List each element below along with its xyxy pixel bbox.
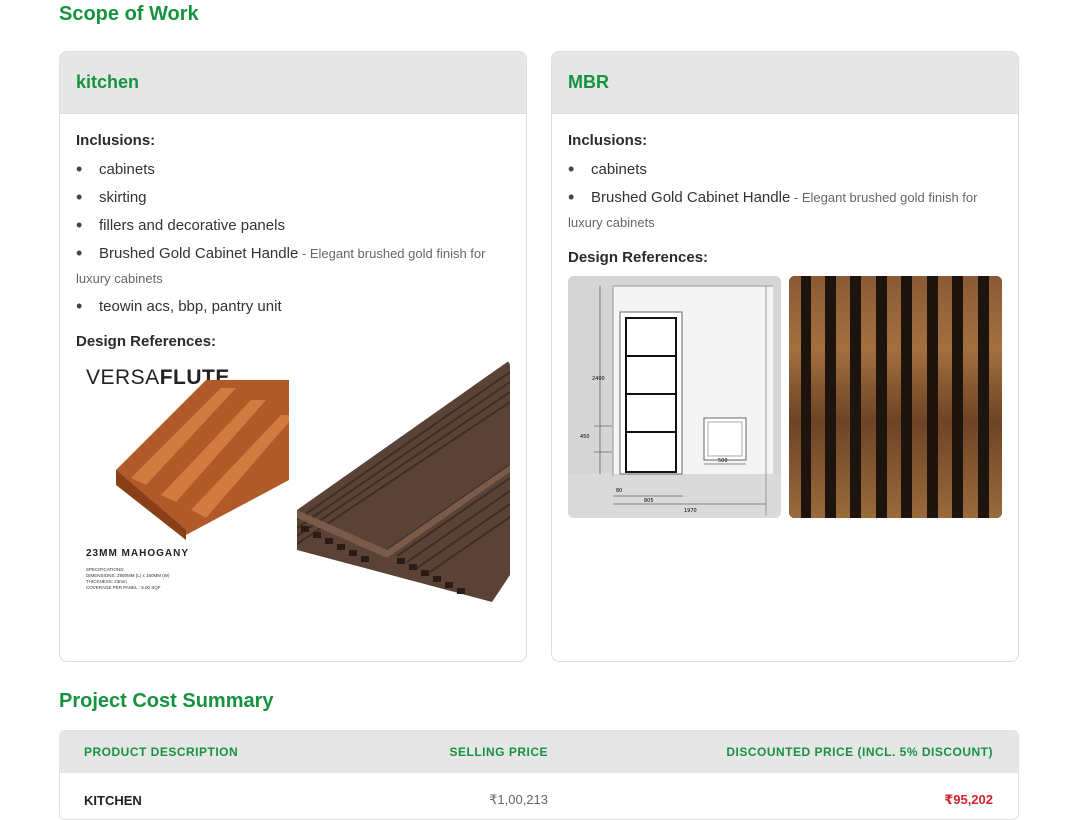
inclusions-list: cabinets Brushed Gold Cabinet Handle - E… <box>568 157 1002 235</box>
design-references-label: Design References: <box>568 249 709 266</box>
cell-selling: ₹1,00,213 <box>489 792 548 807</box>
card-kitchen: kitchen Inclusions: cabinets skirting fi… <box>59 51 527 662</box>
dim-sill: 450 <box>580 434 590 440</box>
table-row: KITCHEN ₹1,00,213 ₹95,202 <box>60 773 1018 819</box>
cell-product: KITCHEN <box>84 792 142 808</box>
inclusions-label: Inclusions: <box>76 132 156 149</box>
versaflute-image[interactable]: VERSAFLUTE 23MM MAHOGANY SPECIFICATIONS:… <box>76 360 289 602</box>
inclusions-list: cabinets skirting fillers and decorative… <box>76 157 510 319</box>
elevation-drawing-image[interactable]: 2400 450 500 805 1970 80 <box>568 276 781 518</box>
card-mbr: MBR Inclusions: cabinets Brushed Gold Ca… <box>551 51 1019 662</box>
card-header: MBR <box>552 52 1018 114</box>
scope-title: Scope of Work <box>59 3 199 25</box>
cell-discounted: ₹95,202 <box>944 792 993 807</box>
header-selling: SELLING PRICE <box>449 745 548 759</box>
dim-door: 805 <box>644 498 654 504</box>
inclusions-label: Inclusions: <box>568 132 648 149</box>
dim-height: 2400 <box>592 376 605 382</box>
card-header: kitchen <box>60 52 526 114</box>
wood-slat-image[interactable] <box>789 276 1002 518</box>
dim-total: 1970 <box>684 508 697 514</box>
header-product: PRODUCT DESCRIPTION <box>84 745 239 759</box>
card-title: MBR <box>568 72 609 92</box>
card-title: kitchen <box>76 72 140 92</box>
cost-summary-title: Project Cost Summary <box>59 690 274 712</box>
list-item: Brushed Gold Cabinet Handle - Elegant br… <box>76 241 510 291</box>
list-item: fillers and decorative panels <box>76 213 510 238</box>
list-item: cabinets <box>76 157 510 182</box>
design-references-label: Design References: <box>76 333 217 350</box>
cost-table: PRODUCT DESCRIPTION SELLING PRICE DISCOU… <box>59 730 1019 820</box>
table-header: PRODUCT DESCRIPTION SELLING PRICE DISCOU… <box>60 731 1018 773</box>
dim-offset: 80 <box>616 488 622 494</box>
list-item: teowin acs, bbp, pantry unit <box>76 294 510 319</box>
dim-width: 500 <box>718 458 728 464</box>
list-item: Brushed Gold Cabinet Handle - Elegant br… <box>568 185 1002 235</box>
list-item: cabinets <box>568 157 1002 182</box>
header-discounted: DISCOUNTED PRICE (INCL. 5% DISCOUNT) <box>726 745 993 759</box>
decking-image[interactable] <box>297 360 510 602</box>
list-item: skirting <box>76 185 510 210</box>
